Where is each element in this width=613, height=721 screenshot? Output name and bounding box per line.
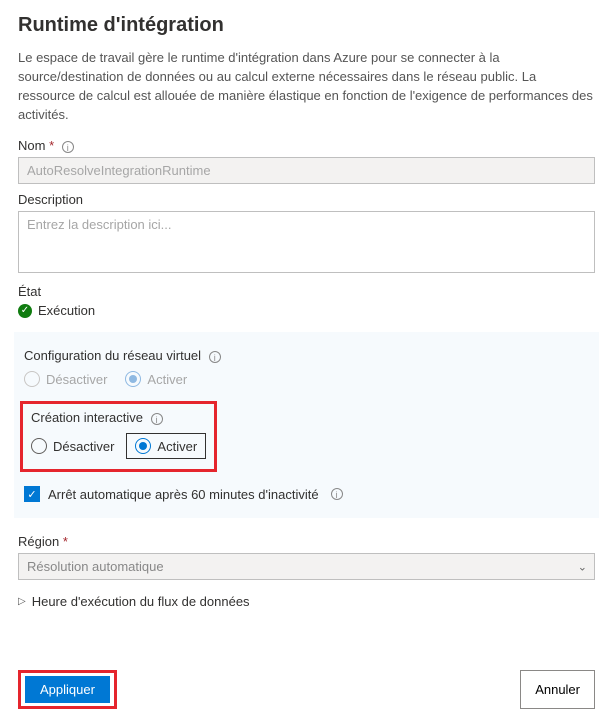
radio-icon	[24, 371, 40, 387]
autostop-checkbox[interactable]: ✓	[24, 486, 40, 502]
apply-button[interactable]: Appliquer	[25, 676, 110, 703]
vnet-disable-label: Désactiver	[46, 372, 107, 387]
radio-icon	[135, 438, 151, 454]
interactive-disable-label: Désactiver	[53, 439, 114, 454]
description-input[interactable]	[18, 211, 595, 273]
autostop-label: Arrêt automatique après 60 minutes d'ina…	[48, 487, 319, 502]
info-icon[interactable]: i	[151, 413, 163, 425]
vnet-heading: Configuration du réseau virtuel i	[24, 348, 589, 363]
info-icon[interactable]: i	[62, 141, 74, 153]
etat-value: Exécution	[38, 303, 95, 318]
vnet-disable-radio: Désactiver	[24, 371, 107, 387]
vnet-radio-group: Désactiver Activer	[24, 371, 589, 387]
settings-panel: Configuration du réseau virtuel i Désact…	[14, 332, 599, 518]
name-label-text: Nom	[18, 138, 45, 153]
interactive-heading: Création interactive i	[31, 410, 206, 425]
interactive-heading-text: Création interactive	[31, 410, 143, 425]
interactive-enable-label: Activer	[157, 439, 197, 454]
region-label: Région *	[18, 534, 595, 549]
info-icon[interactable]: i	[331, 488, 343, 500]
name-input	[18, 157, 595, 184]
page-title: Runtime d'intégration	[18, 14, 595, 37]
etat-label: État	[18, 284, 595, 299]
cancel-button[interactable]: Annuler	[520, 670, 595, 709]
vnet-enable-label: Activer	[147, 372, 187, 387]
interactive-highlight: Création interactive i Désactiver Active…	[20, 401, 217, 472]
description-label: Description	[18, 192, 595, 207]
info-icon[interactable]: i	[209, 351, 221, 363]
region-select	[18, 553, 595, 580]
interactive-radio-group: Désactiver Activer	[31, 433, 206, 459]
required-marker: *	[63, 534, 68, 549]
expander-label: Heure d'exécution du flux de données	[32, 594, 250, 609]
vnet-heading-text: Configuration du réseau virtuel	[24, 348, 201, 363]
vnet-enable-radio: Activer	[125, 371, 187, 387]
chevron-right-icon: ▷	[18, 596, 26, 607]
interactive-enable-radio[interactable]: Activer	[126, 433, 206, 459]
dataflow-runtime-expander[interactable]: ▷ Heure d'exécution du flux de données	[18, 594, 595, 609]
check-circle-icon: ✓	[18, 304, 32, 318]
footer: Appliquer Annuler	[18, 670, 595, 709]
radio-icon	[31, 438, 47, 454]
apply-highlight: Appliquer	[18, 670, 117, 709]
name-label: Nom * i	[18, 138, 595, 153]
intro-text: Le espace de travail gère le runtime d'i…	[18, 49, 595, 124]
interactive-disable-radio[interactable]: Désactiver	[31, 438, 114, 454]
autostop-row: ✓ Arrêt automatique après 60 minutes d'i…	[24, 486, 589, 502]
region-label-text: Région	[18, 534, 59, 549]
required-marker: *	[49, 138, 54, 153]
radio-icon	[125, 371, 141, 387]
